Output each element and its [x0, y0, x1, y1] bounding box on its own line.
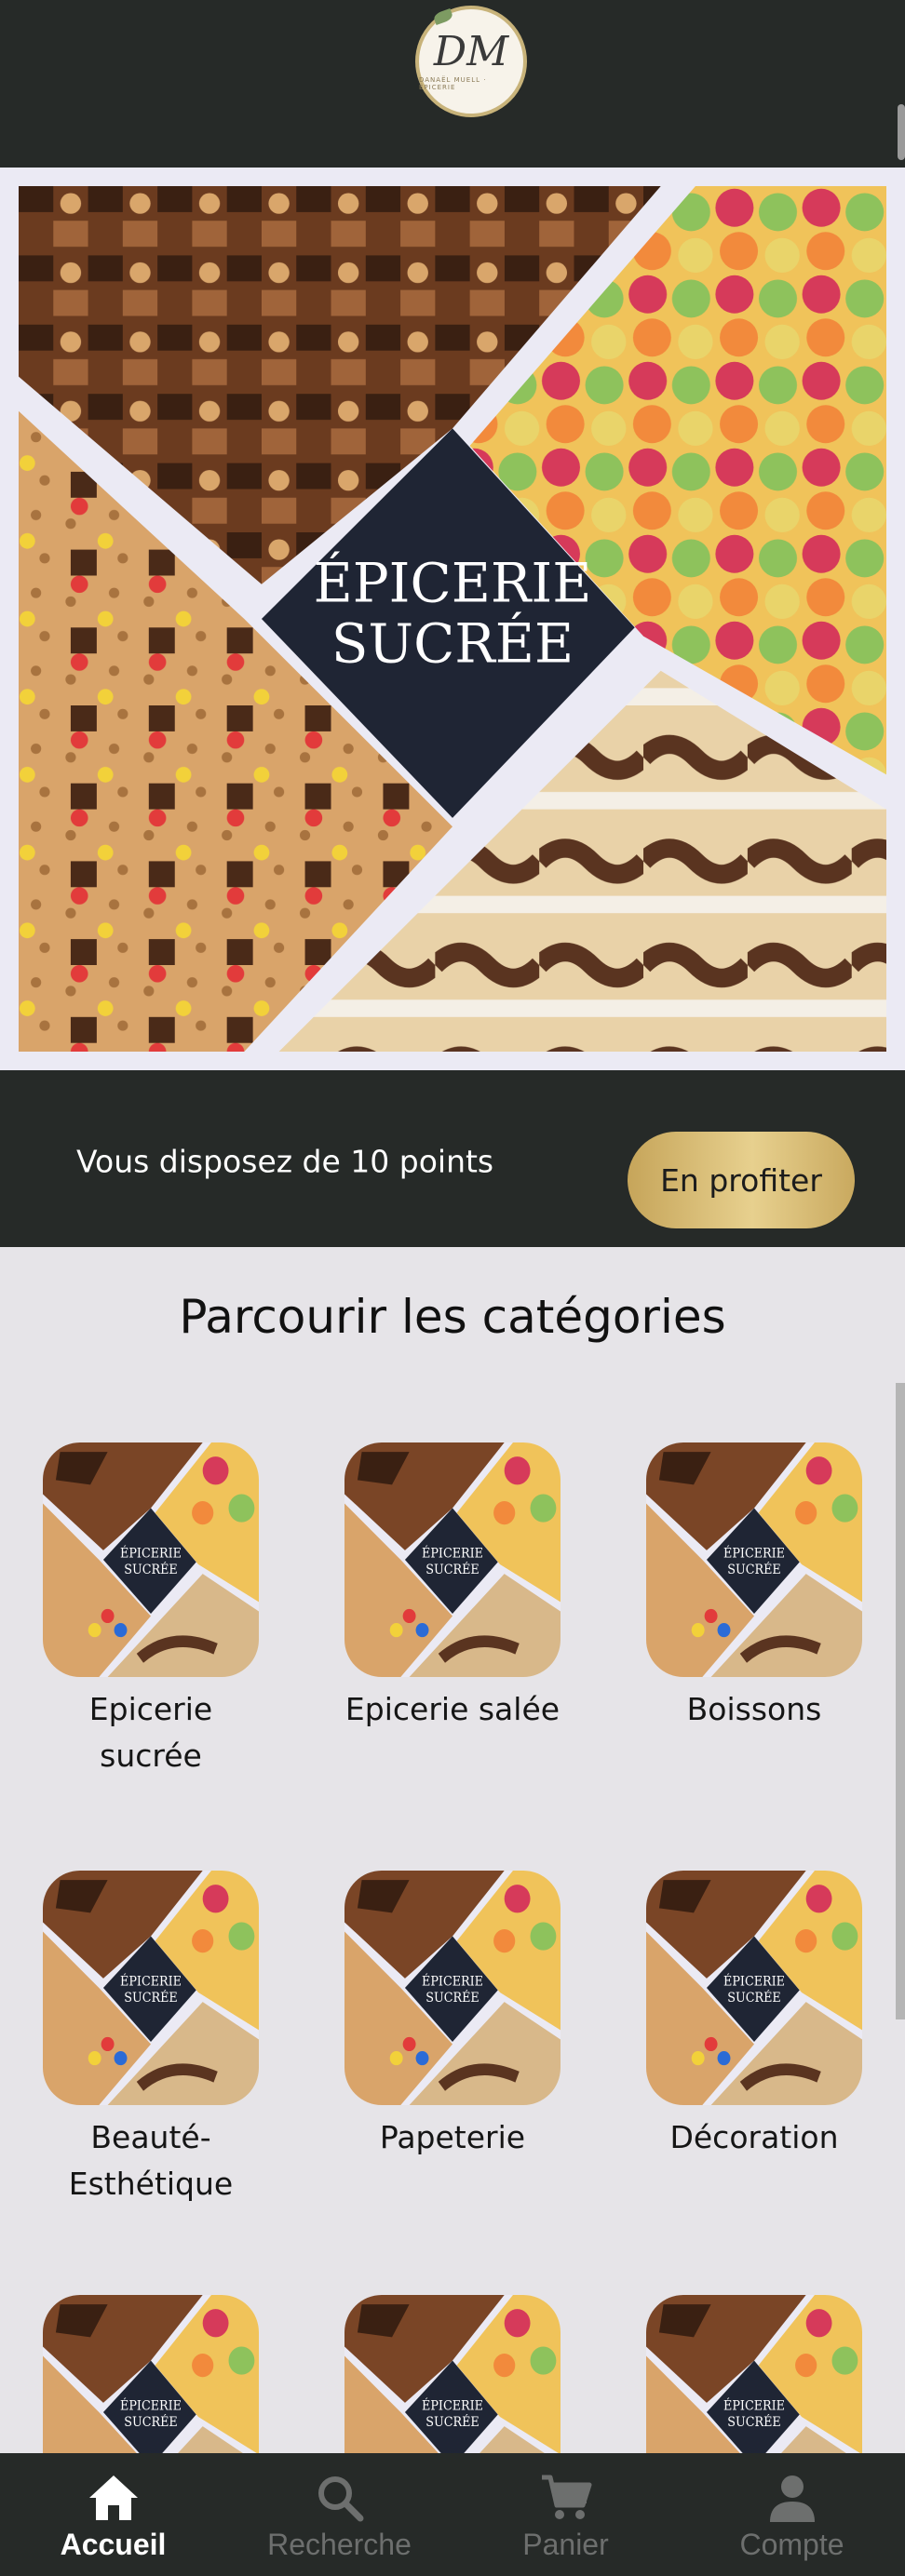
- user-icon: [768, 2468, 817, 2522]
- cart-icon: [540, 2468, 592, 2522]
- category-card[interactable]: ÉPICERIE SUCRÉE Epicerie salée: [341, 1442, 564, 1733]
- nav-item-accueil[interactable]: Accueil: [0, 2453, 226, 2576]
- thumb-title-line2: SUCRÉE: [124, 2415, 177, 2431]
- category-image: ÉPICERIE SUCRÉE: [43, 1871, 259, 2105]
- category-label: Epicerie salée: [344, 1691, 561, 1727]
- nav-label: Accueil: [60, 2527, 167, 2561]
- category-card[interactable]: ÉPICERIE SUCRÉE Boissons: [642, 1442, 866, 1733]
- leaf-icon: [432, 7, 454, 26]
- category-label: Beauté-Esthétique: [68, 2119, 234, 2202]
- nav-label: Recherche: [267, 2527, 412, 2561]
- thumb-title-line2: SUCRÉE: [425, 2415, 479, 2431]
- thumb-title-line1: ÉPICERIE: [120, 1974, 182, 1990]
- thumb-title-line1: ÉPICERIE: [120, 1546, 182, 1562]
- points-text: Vous disposez de 10 points: [76, 1143, 494, 1180]
- category-image: ÉPICERIE SUCRÉE: [344, 1442, 561, 1677]
- search-icon: [316, 2468, 364, 2522]
- category-label: Décoration: [669, 2119, 839, 2155]
- nav-label: Panier: [522, 2527, 609, 2561]
- thumb-title-line1: ÉPICERIE: [120, 2398, 182, 2414]
- scrollbar[interactable]: [898, 104, 905, 160]
- logo-subtitle: DANAËL MUELL · ÉPICERIE: [419, 76, 487, 91]
- thumb-title-line1: ÉPICERIE: [723, 1974, 785, 1990]
- thumb-title-line2: SUCRÉE: [727, 1563, 780, 1578]
- category-card[interactable]: ÉPICERIE SUCRÉE Epicerie sucrée: [39, 1442, 263, 1779]
- thumb-title-line1: ÉPICERIE: [422, 1546, 483, 1562]
- thumb-title-line2: SUCRÉE: [727, 2415, 780, 2431]
- category-label: Epicerie sucrée: [88, 1691, 213, 1774]
- category-image: ÉPICERIE SUCRÉE: [344, 1871, 561, 2105]
- thumb-title-line2: SUCRÉE: [124, 1991, 177, 2006]
- logo-monogram: DM: [433, 28, 509, 75]
- category-card[interactable]: ÉPICERIE SUCRÉE Beauté-Esthétique: [39, 1871, 263, 2207]
- thumb-title-line1: ÉPICERIE: [422, 1974, 483, 1990]
- thumb-title-line2: SUCRÉE: [425, 1991, 479, 2006]
- hero-image: ÉPICERIE SUCRÉE: [19, 186, 886, 1052]
- hero-banner[interactable]: ÉPICERIE SUCRÉE: [0, 168, 905, 1070]
- nav-item-compte[interactable]: Compte: [679, 2453, 905, 2576]
- scrollbar[interactable]: [896, 1383, 905, 2019]
- category-label: Boissons: [686, 1691, 822, 1727]
- category-label: Papeterie: [379, 2119, 526, 2155]
- thumb-title-line2: SUCRÉE: [727, 1991, 780, 2006]
- hero-title-line2: SUCRÉE: [331, 612, 574, 676]
- categories-title: Parcourir les catégories: [179, 1290, 726, 1344]
- thumb-title-line1: ÉPICERIE: [723, 1546, 785, 1562]
- home-icon: [88, 2468, 140, 2522]
- hero-title-line1: ÉPICERIE: [314, 551, 592, 614]
- category-image: ÉPICERIE SUCRÉE: [646, 1871, 862, 2105]
- category-card[interactable]: ÉPICERIE SUCRÉE Décoration: [642, 1871, 866, 2161]
- nav-label: Compte: [739, 2527, 844, 2561]
- brand-logo[interactable]: DM DANAËL MUELL · ÉPICERIE: [415, 6, 527, 117]
- category-image: ÉPICERIE SUCRÉE: [646, 1442, 862, 1677]
- nav-item-recherche[interactable]: Recherche: [226, 2453, 452, 2576]
- thumb-title-line2: SUCRÉE: [425, 1563, 479, 1578]
- thumb-title-line2: SUCRÉE: [124, 1563, 177, 1578]
- profit-button[interactable]: En profiter: [628, 1132, 855, 1228]
- category-card[interactable]: ÉPICERIE SUCRÉE Papeterie: [341, 1871, 564, 2161]
- category-image: ÉPICERIE SUCRÉE: [43, 1442, 259, 1677]
- bottom-nav: Accueil Recherche Panier Compte: [0, 2453, 905, 2576]
- thumb-title-line1: ÉPICERIE: [723, 2398, 785, 2414]
- thumb-title-line1: ÉPICERIE: [422, 2398, 483, 2414]
- nav-item-panier[interactable]: Panier: [452, 2453, 679, 2576]
- top-header: DM DANAËL MUELL · ÉPICERIE: [0, 0, 905, 168]
